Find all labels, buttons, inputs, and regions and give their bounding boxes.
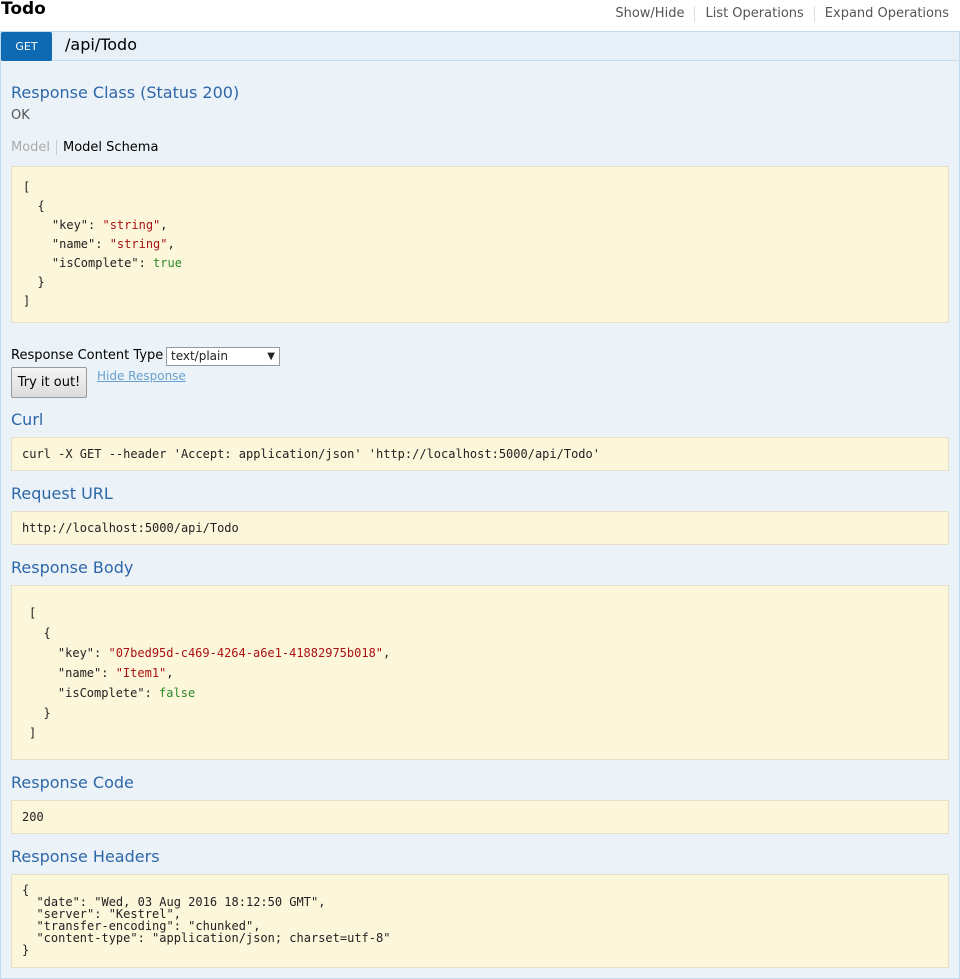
tab-model-schema[interactable]: Model Schema (63, 140, 158, 155)
response-header-line: } (22, 943, 30, 957)
list-operations-link[interactable]: List Operations (695, 6, 815, 22)
schema-line: } (23, 275, 45, 289)
show-hide-link[interactable]: Show/Hide (605, 6, 696, 22)
curl-box: curl -X GET --header 'Accept: applicatio… (11, 437, 949, 471)
response-code-box: 200 (11, 800, 949, 834)
content-type-label: Response Content Type (11, 348, 164, 363)
schema-line: "key": "string", (23, 218, 168, 232)
schema-line: [ (23, 180, 31, 194)
response-body-line: "key": "07bed95d-c469-4264-a6e1-41882975… (29, 646, 391, 660)
dropdown-arrow-icon: ▼ (267, 351, 275, 362)
response-code-title: Response Code (11, 773, 134, 792)
resource-links: Show/Hide List Operations Expand Operati… (605, 6, 949, 22)
curl-command: curl -X GET --header 'Accept: applicatio… (22, 447, 600, 461)
schema-line: ] (23, 294, 31, 308)
resource-title[interactable]: Todo (1, 0, 46, 19)
response-body-line: "isComplete": false (29, 686, 196, 700)
response-body-line: "name": "Item1", (29, 666, 174, 680)
operation-panel: GET /api/Todo Response Class (Status 200… (0, 31, 960, 979)
response-class-title: Response Class (Status 200) (11, 83, 240, 102)
hide-response-link[interactable]: Hide Response (97, 369, 186, 383)
response-headers-title: Response Headers (11, 847, 160, 866)
operation-heading[interactable]: GET /api/Todo (1, 32, 959, 61)
request-url-box: http://localhost:5000/api/Todo (11, 511, 949, 545)
model-schema-box: [ { "key": "string", "name": "string", "… (11, 166, 949, 323)
expand-operations-link[interactable]: Expand Operations (815, 6, 949, 22)
try-it-out-button[interactable]: Try it out! (11, 367, 87, 398)
schema-line: "isComplete": true (23, 256, 182, 270)
response-status-text: OK (11, 108, 30, 123)
response-body-line: } (29, 706, 51, 720)
request-url-title: Request URL (11, 484, 113, 503)
resource-header: Todo Show/Hide List Operations Expand Op… (0, 0, 960, 30)
schema-line: { (23, 199, 45, 213)
tab-model[interactable]: Model (11, 140, 58, 155)
curl-title: Curl (11, 410, 44, 429)
content-type-selected: text/plain (171, 349, 228, 363)
response-body-line: { (29, 626, 51, 640)
request-url-value: http://localhost:5000/api/Todo (22, 521, 239, 535)
response-body-line: ] (29, 726, 37, 740)
response-body-title: Response Body (11, 558, 134, 577)
schema-line: "name": "string", (23, 237, 175, 251)
response-body-line: [ (29, 606, 37, 620)
response-headers-box: { "date": "Wed, 03 Aug 2016 18:12:50 GMT… (11, 874, 949, 968)
content-type-select[interactable]: text/plain ▼ (166, 347, 280, 366)
response-header-line: "content-type": "application/json; chars… (22, 931, 391, 945)
http-method-badge[interactable]: GET (1, 32, 52, 61)
response-body-box: [ { "key": "07bed95d-c469-4264-a6e1-4188… (11, 585, 949, 760)
operation-path[interactable]: /api/Todo (65, 35, 137, 54)
response-code-value: 200 (22, 810, 44, 824)
